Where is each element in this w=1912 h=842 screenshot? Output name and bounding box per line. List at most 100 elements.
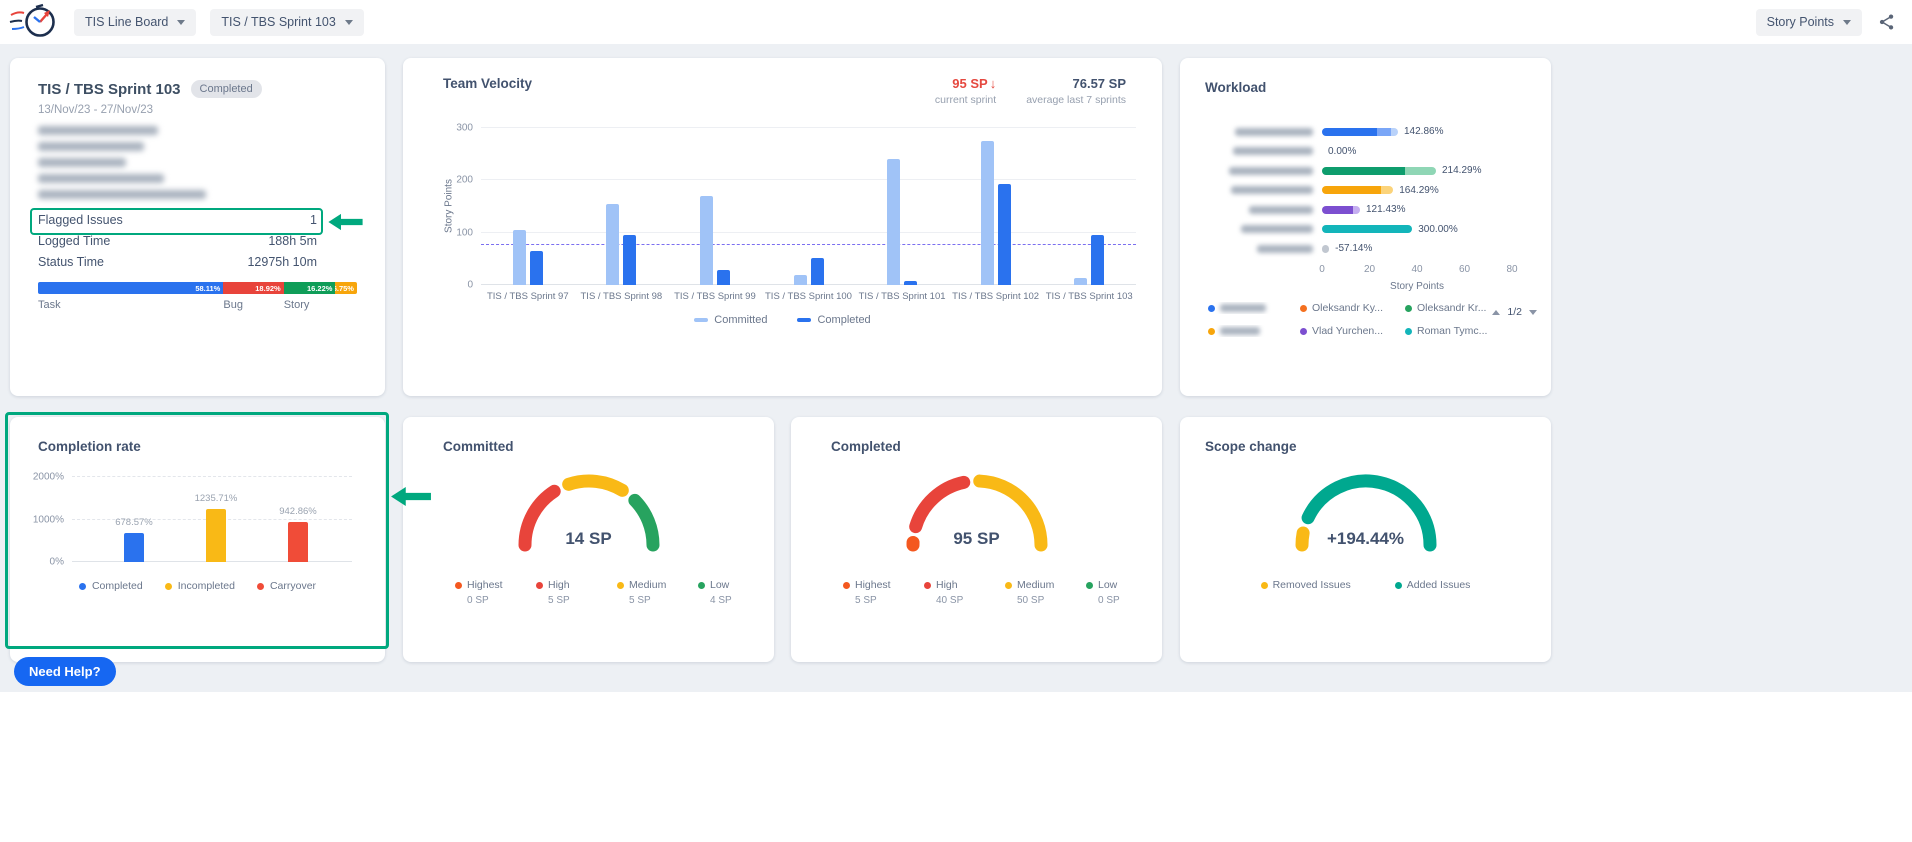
x-tick-label: TIS / TBS Sprint 102 bbox=[949, 291, 1043, 302]
legend-item-medium: Medium50 SP bbox=[1005, 579, 1086, 606]
legend-dot bbox=[617, 582, 624, 589]
redacted-text bbox=[1235, 128, 1313, 136]
legend-label: Removed Issues bbox=[1273, 579, 1351, 591]
completed-legend: Highest5 SPHigh40 SPMedium50 SPLow0 SP bbox=[843, 579, 1162, 606]
x-tick-label: TIS / TBS Sprint 100 bbox=[762, 291, 856, 302]
legend-dot bbox=[924, 582, 931, 589]
scope-change-card: Scope change +194.44% Removed IssuesAdde… bbox=[1180, 417, 1551, 662]
workload-row: 121.43% bbox=[1205, 200, 1541, 220]
workload-bar: 0.00% bbox=[1322, 147, 1541, 155]
sprint-stat-rows: Flagged Issues1Logged Time188h 5mStatus … bbox=[38, 209, 357, 272]
chevron-up-icon[interactable] bbox=[1492, 310, 1500, 315]
legend-value: 4 SP bbox=[710, 595, 779, 606]
workload-bar-segment bbox=[1322, 225, 1412, 233]
velocity-bar-committed bbox=[606, 204, 619, 285]
scope-change-legend: Removed Issues Added Issues bbox=[1180, 579, 1551, 591]
completion-bar-incompleted bbox=[206, 509, 226, 562]
legend-dot bbox=[1405, 328, 1412, 335]
workload-chart: 142.86%0.00%214.29%164.29%121.43%300.00%… bbox=[1205, 122, 1541, 259]
redacted-text bbox=[1257, 245, 1313, 253]
issue-segment-task: 58.11% bbox=[38, 282, 223, 294]
legend-row: Added Issues bbox=[1395, 579, 1471, 591]
x-tick-label: 80 bbox=[1506, 264, 1517, 275]
issue-type-distribution-bar: 58.11%18.92%16.22%6.75% bbox=[38, 282, 357, 294]
legend-label: Completed bbox=[817, 314, 870, 326]
completion-rate-title: Completion rate bbox=[38, 439, 141, 454]
completed-gauge-card: Completed 95 SP Highest5 SPHigh40 SPMedi… bbox=[791, 417, 1162, 662]
board-select[interactable]: TIS Line Board bbox=[74, 9, 196, 36]
redacted-text bbox=[1220, 304, 1266, 312]
redacted-text bbox=[38, 142, 144, 151]
issue-type-labels: TaskBugStory bbox=[38, 299, 357, 315]
gridline bbox=[481, 284, 1136, 285]
legend-label: Medium bbox=[629, 579, 666, 591]
chevron-down-icon[interactable] bbox=[1529, 310, 1537, 315]
legend-item-committed[interactable]: Committed bbox=[694, 314, 767, 326]
workload-bar: 300.00% bbox=[1322, 225, 1541, 233]
legend-label: Roman Tymc... bbox=[1417, 325, 1487, 337]
issue-segment-other: 6.75% bbox=[335, 282, 357, 294]
legend-value: 40 SP bbox=[936, 595, 1005, 606]
completion-rate-chart: 0%1000%2000%678.57%1235.71%942.86% bbox=[72, 477, 352, 562]
chevron-down-icon bbox=[1843, 20, 1851, 25]
unit-select[interactable]: Story Points bbox=[1756, 9, 1862, 36]
legend-dot bbox=[843, 582, 850, 589]
legend-row: Highest bbox=[455, 579, 536, 591]
y-tick-label: 300 bbox=[456, 123, 473, 134]
workload-percent-label: -57.14% bbox=[1335, 243, 1372, 254]
redacted-text bbox=[1220, 327, 1260, 335]
legend-item[interactable]: Roman Tymc... bbox=[1405, 325, 1510, 337]
current-sprint-caption: current sprint bbox=[935, 94, 996, 106]
team-velocity-card: Team Velocity 95 SP↓ current sprint 76.5… bbox=[403, 58, 1162, 396]
legend-item[interactable]: Vlad Yurchen... bbox=[1300, 325, 1405, 337]
committed-gauge-card: Committed 14 SP Highest0 SPHigh5 SPMediu… bbox=[403, 417, 774, 662]
bar-value-label: 678.57% bbox=[104, 517, 164, 528]
legend-item[interactable]: Oleksandr Ky... bbox=[1300, 302, 1405, 314]
workload-assignee-name bbox=[1205, 206, 1322, 214]
segment-percent-label: 16.22% bbox=[307, 284, 335, 293]
legend-dot bbox=[536, 582, 543, 589]
redacted-text bbox=[38, 174, 164, 183]
legend-label: High bbox=[548, 579, 570, 591]
share-icon[interactable] bbox=[1878, 13, 1896, 31]
workload-percent-label: 0.00% bbox=[1328, 146, 1356, 157]
legend-item-completed[interactable]: Completed bbox=[797, 314, 870, 326]
legend-row: High bbox=[924, 579, 1005, 591]
average-stat: 76.57 SP average last 7 sprints bbox=[1026, 76, 1126, 106]
workload-bar: -57.14% bbox=[1322, 245, 1541, 253]
legend-row: Removed Issues bbox=[1261, 579, 1351, 591]
velocity-bar-completed bbox=[904, 281, 917, 285]
annotation-arrow-completion-rate bbox=[391, 486, 431, 507]
y-tick-label: 200 bbox=[456, 175, 473, 186]
workload-assignee-name bbox=[1205, 167, 1322, 175]
legend-item[interactable] bbox=[1208, 325, 1300, 337]
gridline bbox=[481, 179, 1136, 180]
legend-value: 0 SP bbox=[1098, 595, 1167, 606]
issue-type-label: Story bbox=[284, 299, 310, 311]
legend-item-incompleted[interactable]: Incompleted bbox=[165, 580, 235, 592]
legend-dot bbox=[257, 583, 264, 590]
velocity-bar-committed bbox=[513, 230, 526, 285]
topbar-right: Story Points bbox=[1756, 9, 1912, 36]
x-tick-label: TIS / TBS Sprint 97 bbox=[481, 291, 575, 302]
legend-swatch bbox=[694, 318, 708, 322]
sprint-select[interactable]: TIS / TBS Sprint 103 bbox=[210, 9, 363, 36]
legend-label: Vlad Yurchen... bbox=[1312, 325, 1383, 337]
need-help-button[interactable]: Need Help? bbox=[14, 657, 116, 686]
y-tick-label: 0 bbox=[467, 280, 473, 291]
workload-bar-segment bbox=[1391, 128, 1398, 136]
redacted-text bbox=[1233, 147, 1313, 155]
legend-item-carryover[interactable]: Carryover bbox=[257, 580, 316, 592]
velocity-title: Team Velocity bbox=[443, 76, 532, 91]
workload-assignee-name bbox=[1205, 147, 1322, 155]
legend-item-low: Low4 SP bbox=[698, 579, 779, 606]
redacted-text bbox=[38, 126, 158, 135]
completion-rate-card: Completion rate 0%1000%2000%678.57%1235.… bbox=[10, 417, 385, 662]
workload-bar-segment bbox=[1322, 128, 1377, 136]
workload-bar: 164.29% bbox=[1322, 186, 1541, 194]
sprint-title: TIS / TBS Sprint 103 bbox=[38, 81, 181, 98]
velocity-chart: 0100200300TIS / TBS Sprint 97TIS / TBS S… bbox=[481, 128, 1136, 285]
legend-dot bbox=[165, 583, 172, 590]
legend-item-completed[interactable]: Completed bbox=[79, 580, 143, 592]
legend-item[interactable] bbox=[1208, 302, 1300, 314]
